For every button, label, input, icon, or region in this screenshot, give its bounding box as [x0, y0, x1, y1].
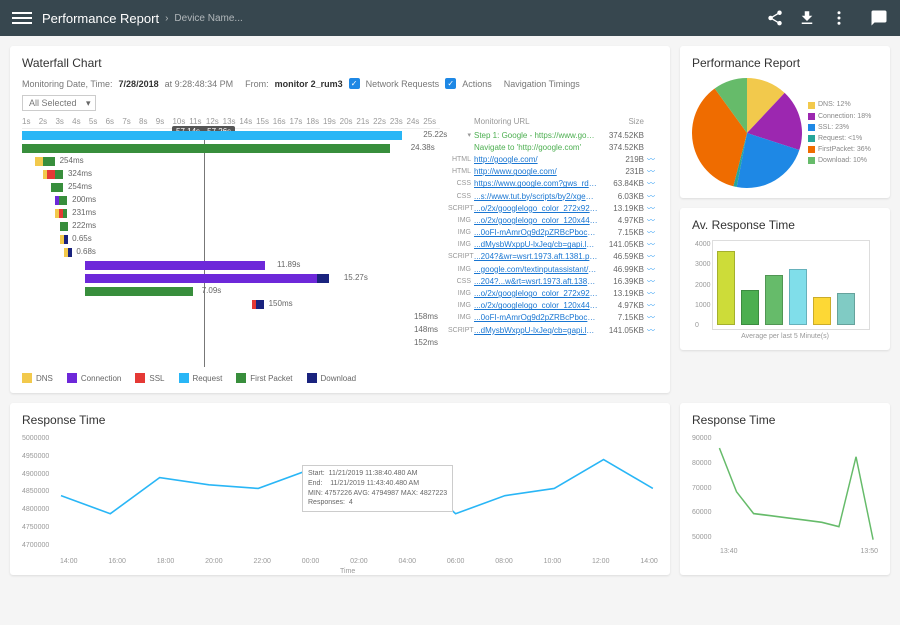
table-row[interactable]: htmlhttp://www.google.com/231B〰	[448, 166, 658, 178]
waterfall-row[interactable]: 254ms	[22, 156, 440, 168]
pie-legend: DNS: 12%Connection: 18%SSL: 23%Request: …	[808, 99, 871, 166]
rt-tooltip: Start: 11/21/2019 11:38:40.480 AM End: 1…	[302, 465, 453, 512]
waterfall-row[interactable]: 324ms	[22, 169, 440, 181]
table-row[interactable]: htmlhttp://google.com/219B〰	[448, 153, 658, 165]
table-row[interactable]: css...s://www.tut.by/scripts/by2/xgemius…	[448, 190, 658, 202]
waterfall-row[interactable]: 24.38s	[22, 143, 440, 155]
top-bar: Performance Report › Device Name...	[0, 0, 900, 36]
table-row[interactable]: script...dMysbWxppU-lxJeq/cb=gapi.loaded…	[448, 324, 658, 336]
waterfall-filters: Monitoring Date, Time: 7/28/2018 at 9:28…	[22, 78, 658, 111]
more-icon[interactable]	[830, 9, 848, 27]
waterfall-legend: DNSConnectionSSLRequestFirst PacketDownl…	[22, 373, 658, 383]
rt-small-title: Response Time	[692, 413, 878, 427]
table-row[interactable]: img...0oFI-mAmrOg9d2pZRBcPbocbnz6iNg7.15…	[448, 312, 658, 324]
rt-big-xtitle: Time	[340, 568, 355, 575]
checkbox-network-label[interactable]: Network Requests	[366, 79, 440, 89]
avg-response-card: Av. Response Time 40003000200010000 Aver…	[680, 208, 890, 350]
checkbox-actions[interactable]: ✓	[445, 78, 456, 89]
table-row[interactable]: css...204?...w&rt=wsrt.1973.aft.1381.prt…	[448, 275, 658, 287]
waterfall-title: Waterfall Chart	[22, 56, 658, 70]
waterfall-row[interactable]: 11.89s	[22, 260, 440, 272]
waterfall-card: Waterfall Chart Monitoring Date, Time: 7…	[10, 46, 670, 393]
performance-pie-card: Performance Report DNS: 12%Connection: 1…	[680, 46, 890, 198]
nav-timings-select[interactable]: All Selected	[22, 95, 96, 111]
nav-timings-label: Navigation Timings	[504, 79, 580, 89]
table-row[interactable]: script...o/2x/googlelogo_color_272x92dp.…	[448, 202, 658, 214]
table-row[interactable]: img...o/2x/googlelogo_color_120x44dp.png…	[448, 214, 658, 226]
perf-report-title: Performance Report	[692, 56, 878, 70]
waterfall-row[interactable]: 222ms	[22, 221, 440, 233]
waterfall-row[interactable]: 148ms	[22, 325, 440, 337]
waterfall-row[interactable]: 231ms	[22, 208, 440, 220]
table-row[interactable]: img...dMysbWxppU-lxJeq/cb=gapi.loaded_01…	[448, 239, 658, 251]
table-row[interactable]: img...google.com/textinputassistant/tia.…	[448, 263, 658, 275]
response-time-small-card: Response Time 9000080000700006000050000 …	[680, 403, 890, 575]
waterfall-row[interactable]: 25.22s	[22, 130, 440, 142]
table-row[interactable]: ▾Step 1: Google - https://www.google.com…	[448, 129, 658, 141]
waterfall-table: Monitoring URL Size ▾Step 1: Google - ht…	[448, 117, 658, 365]
avg-rt-bars[interactable]: 40003000200010000	[712, 240, 870, 330]
table-row[interactable]: script...204?&wr=wsrt.1973.aft.1381.prt.…	[448, 251, 658, 263]
waterfall-row[interactable]: 254ms	[22, 182, 440, 194]
filter-date[interactable]: 7/28/2018	[119, 79, 159, 89]
chat-icon[interactable]	[870, 9, 888, 27]
table-row[interactable]: img...o/2x/googlelogo_color_272x92dp.png…	[448, 287, 658, 299]
avg-rt-xlabel: Average per last 5 Minute(s)	[692, 333, 878, 340]
waterfall-row[interactable]: 0.65s	[22, 234, 440, 246]
waterfall-row[interactable]: 7.09s	[22, 286, 440, 298]
table-row[interactable]: img...o/2x/googlelogo_color_120x44dp.png…	[448, 300, 658, 312]
rt-big-chart[interactable]: Start: 11/21/2019 11:38:40.480 AM End: 1…	[22, 435, 658, 565]
response-time-big-card: Response Time Start: 11/21/2019 11:38:40…	[10, 403, 670, 575]
checkbox-network[interactable]: ✓	[349, 78, 360, 89]
table-row[interactable]: csshttps://www.google.com?gws_rd=ssl63.8…	[448, 178, 658, 190]
waterfall-row[interactable]: 0.68s	[22, 247, 440, 259]
avg-rt-title: Av. Response Time	[692, 218, 878, 232]
menu-icon[interactable]	[12, 8, 32, 28]
from-label: From:	[245, 79, 269, 89]
waterfall-row[interactable]: 158ms	[22, 312, 440, 324]
pie-chart[interactable]	[692, 78, 802, 188]
th-url[interactable]: Monitoring URL	[474, 117, 598, 126]
page-title: Performance Report	[42, 11, 159, 26]
breadcrumb-sep: ›	[165, 13, 168, 24]
filter-date-label: Monitoring Date, Time:	[22, 79, 113, 89]
waterfall-row[interactable]: 15.27s	[22, 273, 440, 285]
download-icon[interactable]	[798, 9, 816, 27]
rt-big-title: Response Time	[22, 413, 658, 427]
th-size[interactable]: Size	[598, 117, 644, 126]
table-row[interactable]: Navigate to 'http://google.com'374.52KB	[448, 141, 658, 153]
breadcrumb-device[interactable]: Device Name...	[174, 13, 242, 24]
waterfall-row[interactable]: 150ms	[22, 299, 440, 311]
waterfall-row[interactable]: 200ms	[22, 195, 440, 207]
table-row[interactable]: img...0oFI-mAmrOg9d2pZRBcPbocbnz6iNg7.15…	[448, 227, 658, 239]
rt-small-chart[interactable]: 9000080000700006000050000 13:4013:50	[692, 435, 878, 555]
from-value[interactable]: monitor 2_rum3	[275, 79, 343, 89]
filter-time: at 9:28:48:34 PM	[165, 79, 234, 89]
checkbox-actions-label[interactable]: Actions	[462, 79, 492, 89]
waterfall-chart[interactable]: 1s2s3s4s5s6s7s8s9s10s11s12s13s14s15s16s1…	[22, 117, 440, 365]
waterfall-row[interactable]: 152ms	[22, 338, 440, 350]
share-icon[interactable]	[766, 9, 784, 27]
